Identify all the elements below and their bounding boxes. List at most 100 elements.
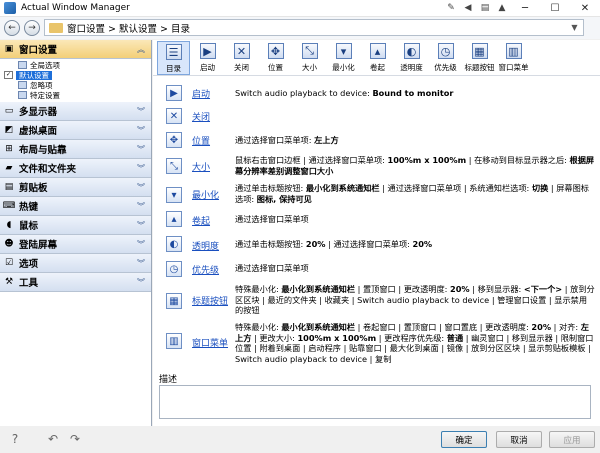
tree-item-specific-settings[interactable]: 特定设置 (0, 90, 151, 100)
close-window-icon: ✕ (233, 43, 250, 59)
toolbar-contents-button[interactable]: ☰ 目录 (157, 41, 190, 75)
breadcrumb[interactable]: 窗口设置 > 默认设置 > 目录 ▼ (44, 19, 584, 36)
chevron-down-icon: ︾ (137, 220, 145, 230)
summary-link-rollup[interactable]: 卷起 (192, 214, 210, 227)
size-icon: ⤡ (301, 43, 318, 59)
window-icon: ▣ (4, 44, 14, 54)
description-box[interactable] (159, 385, 591, 419)
tree-item-selected: 默认设置 (16, 70, 52, 80)
summary-link-close[interactable]: 关闭 (192, 110, 210, 123)
toolbar-size-button[interactable]: ⤡ 大小 (293, 41, 326, 75)
stack-icon[interactable]: ▤ (479, 2, 491, 14)
summary-desc: 通过选择窗口菜单项 (235, 214, 309, 224)
sidebar-category-multi-monitor[interactable]: ▭ 多显示器 ︾ (0, 102, 151, 121)
app-icon (4, 2, 16, 14)
sidebar-category-clipboard[interactable]: ▤ 剪贴板 ︾ (0, 178, 151, 197)
summary-row-window-menu: ▥ 窗口菜单 特殊最小化: 最小化到系统通知栏 | 卷起窗口 | 置顶窗口 | … (153, 322, 600, 366)
apply-button[interactable]: 应用 (549, 431, 595, 448)
ok-button[interactable]: 确定 (441, 431, 487, 448)
close-icon[interactable]: ✕ (570, 0, 600, 17)
rollup-icon: ▴ (166, 211, 182, 227)
minimize-window-icon: ▾ (166, 187, 182, 203)
maximize-icon[interactable]: ☐ (540, 0, 570, 17)
toolbar-startup-button[interactable]: ▶ 启动 (191, 41, 224, 75)
summary-link-size[interactable]: 大小 (192, 160, 210, 173)
back-button[interactable]: ← (4, 20, 20, 36)
toolbar-close-button[interactable]: ✕ 关闭 (225, 41, 258, 75)
summary-link-minimize[interactable]: 最小化 (192, 188, 219, 201)
tree-item-ignore[interactable]: 忽略项 (0, 80, 151, 90)
audio-icon[interactable]: ◀ (462, 2, 474, 14)
toolbar-rollup-button[interactable]: ▴ 卷起 (361, 41, 394, 75)
address-bar: ← → 窗口设置 > 默认设置 > 目录 ▼ (0, 17, 600, 39)
title-buttons-icon: ▦ (166, 293, 182, 309)
sidebar-category-label: 文件和文件夹 (19, 164, 77, 175)
checkbox[interactable]: ✓ (4, 71, 13, 79)
toolbar-transparency-button[interactable]: ◐ 透明度 (395, 41, 428, 75)
toolbar-label: 启动 (200, 63, 215, 72)
summary-link-title-buttons[interactable]: 标题按钮 (192, 294, 228, 307)
transparency-icon: ◐ (166, 236, 182, 252)
list-icon: ☰ (165, 44, 182, 60)
main-panel: ☰ 目录 ▶ 启动 ✕ 关闭 ✥ 位置 ⤡ 大小 ▾ 最小化 ▴ 卷起 ◐ 透明 (153, 40, 600, 426)
sidebar-category-files-folders[interactable]: ▰ 文件和文件夹 ︾ (0, 159, 151, 178)
sidebar-category-label: 鼠标 (19, 221, 39, 232)
help-icon[interactable]: ? (6, 430, 24, 448)
toolbar-minimize-button[interactable]: ▾ 最小化 (327, 41, 360, 75)
position-icon: ✥ (166, 132, 182, 148)
summary-link-transparency[interactable]: 透明度 (192, 239, 219, 252)
sidebar-category-layout[interactable]: ⊞ 布局与贴靠 ︾ (0, 140, 151, 159)
sidebar-category-mouse[interactable]: ◖ 鼠标 ︾ (0, 216, 151, 235)
summary-desc: 特殊最小化: 最小化到系统通知栏 | 卷起窗口 | 置顶窗口 | 窗口置底 | … (235, 322, 594, 364)
summary-link-window-menu[interactable]: 窗口菜单 (192, 336, 228, 349)
rollup-icon[interactable]: ▲ (496, 2, 508, 14)
sidebar-category-login-screen[interactable]: ☻ 登陆屏幕 ︾ (0, 235, 151, 254)
sidebar-category-label: 布局与贴靠 (19, 145, 67, 156)
tree-item-default-settings[interactable]: ✓ 默认设置 (0, 70, 151, 80)
summary-link-priority[interactable]: 优先级 (192, 263, 219, 276)
description-label: 描述 (159, 375, 178, 385)
summary-link-startup[interactable]: 启动 (192, 87, 210, 100)
keyboard-icon: ⌨ (2, 201, 16, 211)
summary-desc: 通过单击标题按钮: 最小化到系统通知栏 | 通过选择窗口菜单项 | 系统通知栏选… (235, 183, 589, 204)
tree-item-global-options[interactable]: 全局选项 (0, 60, 151, 70)
sidebar-category-label: 虚拟桌面 (19, 126, 58, 137)
sidebar-category-window-settings[interactable]: ▣ 窗口设置 ︽ (0, 40, 151, 59)
toolbar-position-button[interactable]: ✥ 位置 (259, 41, 292, 75)
sidebar-category-options[interactable]: ☑ 选项 ︾ (0, 254, 151, 273)
ignore-icon (18, 81, 27, 89)
clipboard-icon: ▤ (4, 182, 14, 192)
rollup-icon: ▴ (369, 43, 386, 59)
toolbar-window-menu-button[interactable]: ▥ 窗口菜单 (497, 41, 530, 75)
window-menu-icon: ▥ (505, 43, 522, 59)
toolbar-label: 最小化 (332, 63, 355, 72)
undo-icon[interactable]: ↶ (44, 430, 62, 448)
chevron-down-icon[interactable]: ▼ (568, 21, 581, 34)
sidebar-category-tools[interactable]: ⚒ 工具 ︾ (0, 273, 151, 292)
summary-row-position: ✥ 位置 通过选择窗口菜单项: 左上方 (153, 131, 600, 151)
cancel-button[interactable]: 取消 (496, 431, 542, 448)
toolbar-priority-button[interactable]: ◷ 优先级 (429, 41, 462, 75)
forward-button[interactable]: → (24, 20, 40, 36)
summary-desc: 通过选择窗口菜单项 (235, 263, 309, 273)
startup-icon: ▶ (199, 43, 216, 59)
redo-icon[interactable]: ↷ (66, 430, 84, 448)
summary-row-close: ✕ 关闭 (153, 107, 600, 127)
folder-icon: ▰ (5, 163, 13, 173)
chevron-down-icon: ︾ (137, 125, 145, 135)
sidebar-category-hotkeys[interactable]: ⌨ 热键 ︾ (0, 197, 151, 216)
pin-icon[interactable]: ✎ (445, 2, 457, 14)
sidebar-category-label: 多显示器 (19, 107, 58, 118)
chevron-down-icon: ︾ (137, 144, 145, 154)
chevron-down-icon: ︾ (137, 258, 145, 268)
minimize-window-icon: ▾ (335, 43, 352, 59)
toolbar-label: 窗口菜单 (498, 63, 529, 72)
sidebar-category-virtual-desktop[interactable]: ◩ 虚拟桌面 ︾ (0, 121, 151, 140)
minimize-icon[interactable]: ─ (510, 0, 540, 17)
toolbar-label: 标题按钮 (464, 63, 495, 72)
chevron-down-icon: ︾ (137, 201, 145, 211)
summary-desc: 特殊最小化: 最小化到系统通知栏 | 置顶窗口 | 更改透明度: 20% | 移… (235, 284, 595, 315)
toolbar-title-buttons-button[interactable]: ▦ 标题按钮 (463, 41, 496, 75)
layout-icon: ⊞ (5, 144, 13, 154)
summary-link-position[interactable]: 位置 (192, 134, 210, 147)
